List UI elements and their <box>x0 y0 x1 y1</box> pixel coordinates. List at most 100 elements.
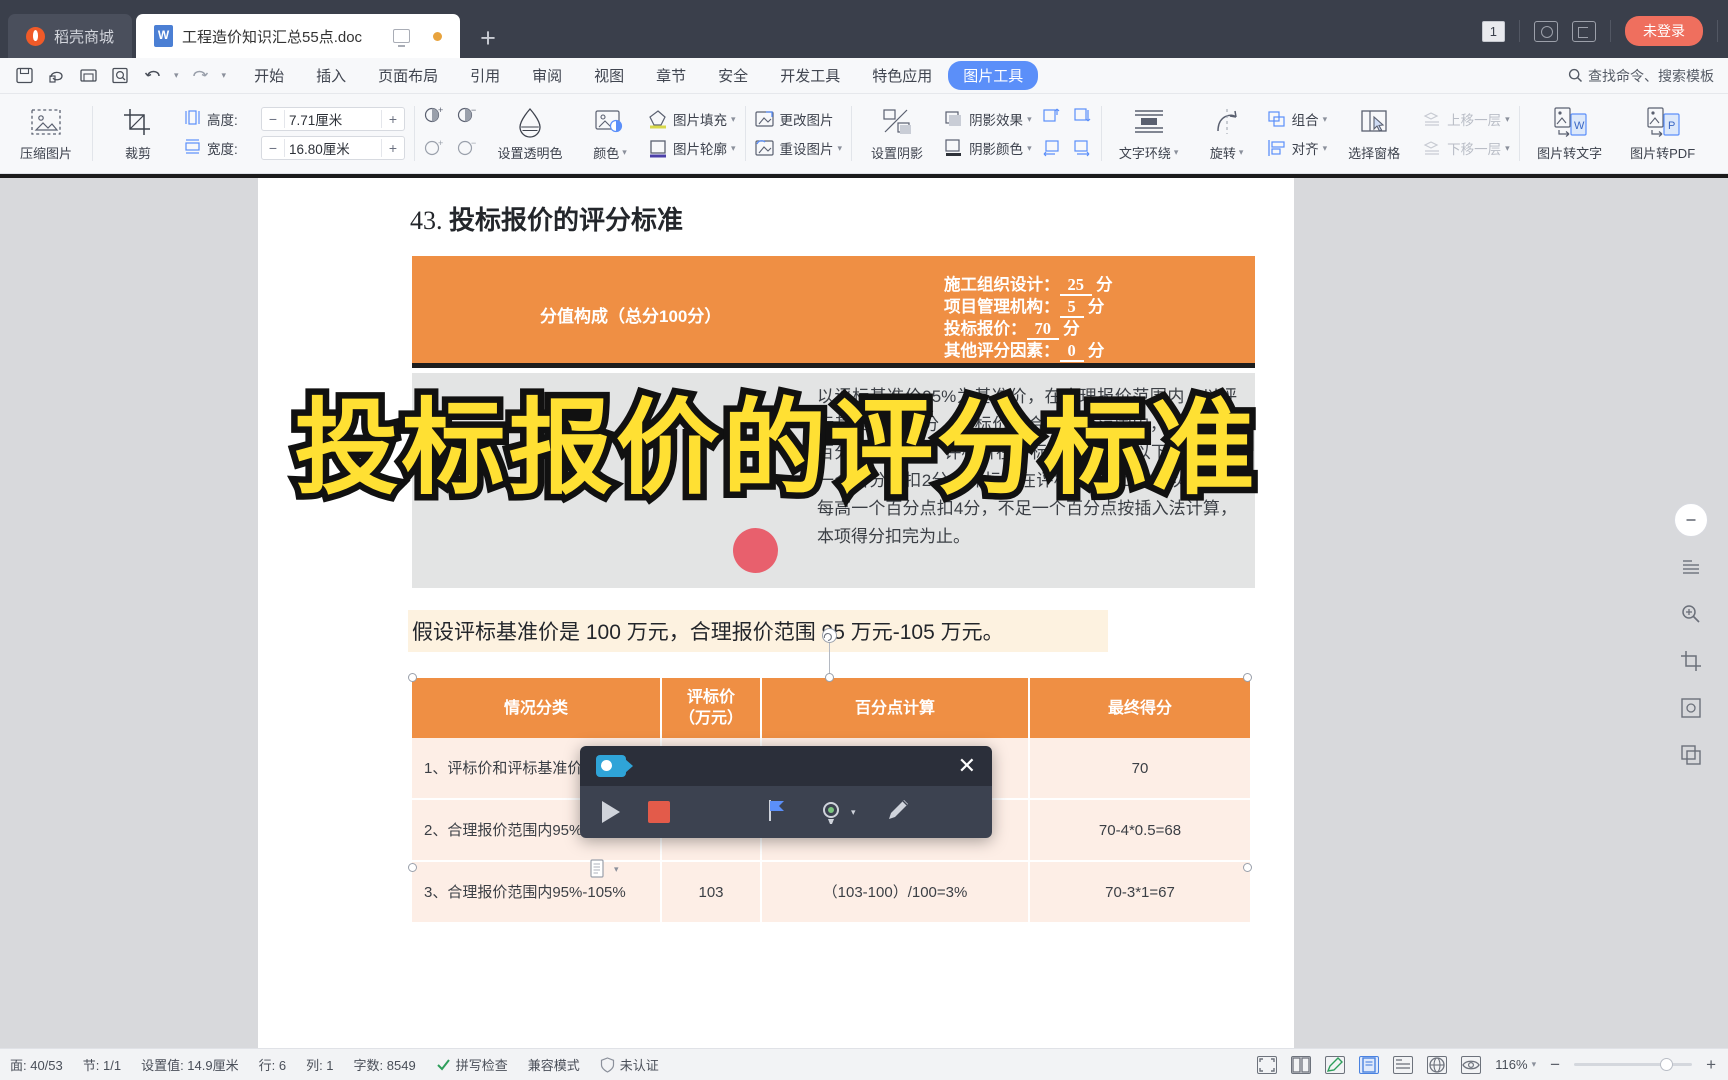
two-page-view-icon[interactable] <box>1291 1055 1312 1074</box>
menu-item-dev-tools[interactable]: 开发工具 <box>764 61 856 90</box>
login-status-button[interactable]: 未登录 <box>1625 16 1703 46</box>
selection-handle-top-center[interactable] <box>825 673 834 682</box>
selection-handle-top-left[interactable] <box>408 673 417 682</box>
zoom-level[interactable]: 116% ▾ <box>1495 1057 1536 1072</box>
customize-qat-icon[interactable]: ▾ <box>222 70 227 81</box>
menu-item-view[interactable]: 视图 <box>578 61 640 90</box>
picture-to-text-button[interactable]: W 图片转文字 <box>1528 105 1612 162</box>
width-decrease-button[interactable]: − <box>262 140 284 156</box>
save-icon[interactable] <box>14 65 35 86</box>
copy-shape-button[interactable] <box>1674 738 1708 772</box>
table-row[interactable]: 3、合理报价范围内95%-105% 103 （103-100）/100=3% 7… <box>412 862 1252 924</box>
selection-pane-button[interactable]: 选择窗格 <box>1336 105 1412 162</box>
rotate-button[interactable]: 旋转 ▾ <box>1197 105 1257 162</box>
crop-button[interactable]: 裁剪 <box>101 105 175 162</box>
picture-to-pdf-button[interactable]: P 图片转PDF <box>1621 105 1705 162</box>
decrease-brightness-icon[interactable]: − <box>456 138 478 163</box>
text-wrap-button[interactable]: 文字环绕 ▾ <box>1110 105 1188 162</box>
selection-handle-mid-left[interactable] <box>408 863 417 872</box>
chevron-down-icon[interactable]: ▾ <box>1174 147 1179 158</box>
compress-picture-button[interactable]: 压缩图片 <box>9 105 83 162</box>
read-mode-icon[interactable] <box>1461 1055 1482 1074</box>
status-setting[interactable]: 设置值: 14.9厘米 <box>131 1055 249 1074</box>
status-spellcheck[interactable]: 拼写检查 <box>426 1055 518 1074</box>
crop-tool-button[interactable] <box>1674 644 1708 678</box>
pen-tool[interactable] <box>884 796 912 829</box>
tab-docer-shop[interactable]: 稻壳商城 <box>8 14 133 58</box>
play-icon[interactable] <box>602 801 620 823</box>
zoom-in-button[interactable]: + <box>1706 1055 1716 1075</box>
menu-item-security[interactable]: 安全 <box>702 61 764 90</box>
chevron-down-icon[interactable]: ▾ <box>1323 114 1328 125</box>
redo-icon[interactable] <box>190 65 211 86</box>
spotlight-tool[interactable]: ▾ <box>818 798 856 826</box>
history-icon[interactable] <box>1534 20 1558 42</box>
align-button[interactable]: 对齐 ▾ <box>1266 138 1328 158</box>
undo-icon[interactable] <box>142 65 163 86</box>
status-word-count[interactable]: 字数: 8549 <box>344 1055 426 1074</box>
menu-item-insert[interactable]: 插入 <box>300 61 362 90</box>
increase-contrast-icon[interactable]: + <box>423 105 445 130</box>
command-search[interactable]: 查找命令、搜索模板 <box>1568 66 1714 86</box>
outline-view-status-icon[interactable] <box>1393 1055 1414 1074</box>
width-stepper[interactable]: − 16.80厘米 + <box>261 136 405 160</box>
picture-outline-button[interactable]: 图片轮廓 ▾ <box>647 138 736 158</box>
print-preview-icon[interactable] <box>78 65 99 86</box>
chevron-down-icon[interactable]: ▾ <box>1239 147 1244 158</box>
height-increase-button[interactable]: + <box>382 111 404 127</box>
monitor-icon[interactable] <box>393 29 411 43</box>
document-page[interactable]: 43. 投标报价的评分标准 分值构成（总分100分） 施工组织设计： 25 分 项… <box>258 178 1294 1048</box>
collapse-ribbon-button[interactable] <box>1674 503 1708 537</box>
height-stepper[interactable]: − 7.71厘米 + <box>261 107 405 131</box>
chevron-down-icon[interactable]: ▾ <box>1532 1059 1537 1070</box>
fullscreen-icon[interactable] <box>1257 1055 1278 1074</box>
page-view-icon[interactable] <box>1359 1055 1380 1074</box>
zoom-slider-knob[interactable] <box>1660 1058 1674 1071</box>
shadow-nudge-up-icon[interactable] <box>1041 105 1061 130</box>
new-tab-button[interactable]: + <box>480 25 496 52</box>
shadow-effect-button[interactable]: 阴影效果 ▾ <box>943 109 1032 129</box>
screen-recorder-panel[interactable]: ✕ ▾ <box>580 746 992 838</box>
selection-handle-top-right[interactable] <box>1243 673 1252 682</box>
search-page-icon[interactable] <box>110 65 131 86</box>
set-shadow-button[interactable]: 设置阴影 <box>860 105 934 162</box>
picture-fill-button[interactable]: 图片填充 ▾ <box>647 109 736 129</box>
change-picture-button[interactable]: 更改图片 <box>754 109 843 129</box>
web-view-icon[interactable] <box>1427 1055 1448 1074</box>
close-icon[interactable]: ✕ <box>958 755 976 777</box>
status-row[interactable]: 行: 6 <box>249 1055 296 1074</box>
paste-options-button[interactable]: ▾ <box>588 858 619 880</box>
shadow-color-button[interactable]: 阴影颜色 ▾ <box>943 138 1032 158</box>
chevron-down-icon[interactable]: ▾ <box>838 143 843 154</box>
zoom-slider[interactable] <box>1574 1058 1693 1071</box>
group-button[interactable]: 组合 ▾ <box>1266 109 1328 129</box>
decrease-contrast-icon[interactable]: − <box>456 105 478 130</box>
menu-item-chapter[interactable]: 章节 <box>640 61 702 90</box>
status-page[interactable]: 面: 40/53 <box>0 1055 73 1074</box>
shadow-nudge-right-icon[interactable] <box>1072 138 1092 163</box>
chevron-down-icon[interactable]: ▾ <box>731 114 736 125</box>
edit-mode-icon[interactable] <box>1325 1055 1346 1074</box>
width-increase-button[interactable]: + <box>382 140 404 156</box>
menu-item-review[interactable]: 审阅 <box>516 61 578 90</box>
chevron-down-icon[interactable]: ▾ <box>851 807 856 818</box>
page-count-badge[interactable]: 1 <box>1481 20 1505 42</box>
stop-icon[interactable] <box>648 801 670 823</box>
chevron-down-icon[interactable]: ▾ <box>1027 114 1032 125</box>
zoom-out-button[interactable]: − <box>1550 1055 1560 1075</box>
fit-page-button[interactable] <box>1674 691 1708 725</box>
status-compat-mode[interactable]: 兼容模式 <box>518 1055 590 1074</box>
height-input[interactable]: 7.71厘米 <box>285 109 381 129</box>
status-col[interactable]: 列: 1 <box>296 1055 343 1074</box>
selection-handle-mid-right[interactable] <box>1243 863 1252 872</box>
menu-item-start[interactable]: 开始 <box>238 61 300 90</box>
chevron-down-icon[interactable]: ▾ <box>731 143 736 154</box>
menu-item-picture-tools[interactable]: 图片工具 <box>948 61 1039 90</box>
menu-item-page-layout[interactable]: 页面布局 <box>362 61 454 90</box>
increase-brightness-icon[interactable]: + <box>423 138 445 163</box>
chevron-down-icon[interactable]: ▾ <box>1323 143 1328 154</box>
menu-item-references[interactable]: 引用 <box>454 61 516 90</box>
shadow-nudge-left-icon[interactable] <box>1041 138 1061 163</box>
share-icon[interactable] <box>1572 20 1596 42</box>
rotation-handle[interactable] <box>822 628 837 643</box>
